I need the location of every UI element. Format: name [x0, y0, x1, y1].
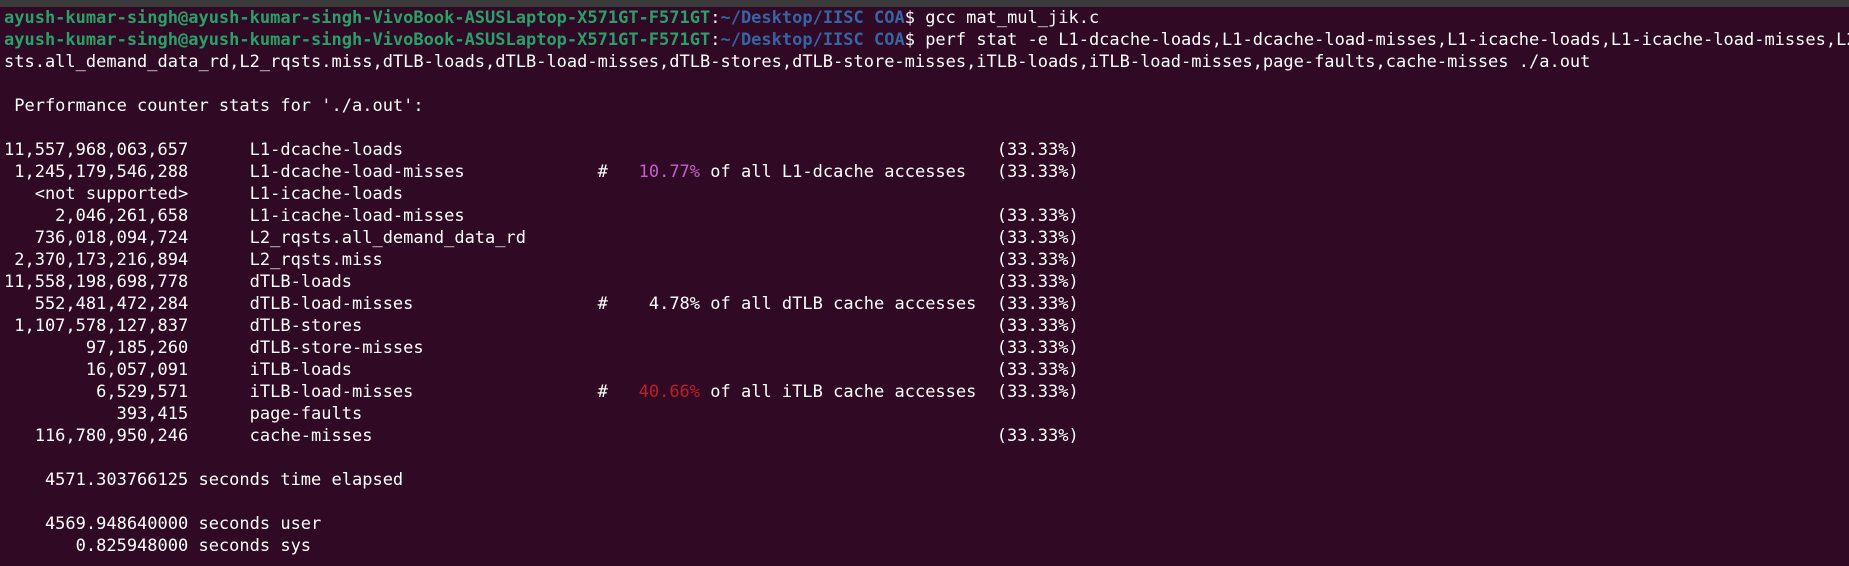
perf-counter-row: 11,558,198,698,778 dTLB-loads (33.33%): [4, 271, 1849, 293]
multiplex-percentage: (33.33%): [996, 294, 1079, 314]
command-wrap-line: sts.all_demand_data_rd,L2_rqsts.miss,dTL…: [4, 52, 1591, 72]
terminal-output[interactable]: ayush-kumar-singh@ayush-kumar-singh-Vivo…: [0, 7, 1849, 557]
counter-value-and-event: 97,185,260 dTLB-store-misses: [4, 338, 424, 358]
perf-counter-row: <not supported> L1-icache-loads: [4, 183, 1849, 205]
counter-value-and-event: 11,557,968,063,657 L1-dcache-loads: [4, 140, 404, 160]
perf-counter-table: 11,557,968,063,657 L1-dcache-loads (33.3…: [4, 139, 1849, 447]
perf-counter-row: 16,057,091 iTLB-loads (33.33%): [4, 359, 1849, 381]
command-line-2: ayush-kumar-singh@ayush-kumar-singh-Vivo…: [4, 29, 1849, 51]
perf-counter-row: 552,481,472,284 dTLB-load-misses # 4.78%…: [4, 293, 1849, 315]
comment-hash: #: [597, 382, 608, 402]
comment-hash: #: [597, 294, 608, 314]
miss-percentage: 40.66%: [638, 382, 701, 402]
miss-description: of all dTLB cache accesses: [700, 294, 977, 314]
perf-counter-row: 6,529,571 iTLB-load-misses # 40.66% of a…: [4, 381, 1849, 403]
miss-percentage: 10.77%: [638, 162, 701, 182]
counter-value-and-event: 2,046,261,658 L1-icache-load-misses: [4, 206, 465, 226]
multiplex-percentage: (33.33%): [996, 140, 1079, 160]
perf-counter-row: 11,557,968,063,657 L1-dcache-loads (33.3…: [4, 139, 1849, 161]
perf-counter-row: 393,415 page-faults: [4, 403, 1849, 425]
perf-counter-row: 116,780,950,246 cache-misses (33.33%): [4, 425, 1849, 447]
prompt-dollar: $: [904, 30, 915, 50]
perf-counter-row: 1,107,578,127,837 dTLB-stores (33.33%): [4, 315, 1849, 337]
miss-description: of all L1-dcache accesses: [700, 162, 967, 182]
miss-description: of all iTLB cache accesses: [700, 382, 977, 402]
perf-counter-row: 97,185,260 dTLB-store-misses (33.33%): [4, 337, 1849, 359]
counter-value-and-event: 116,780,950,246 cache-misses: [4, 426, 373, 446]
perf-counter-row: 2,046,261,658 L1-icache-load-misses (33.…: [4, 205, 1849, 227]
terminal-window[interactable]: ayush-kumar-singh@ayush-kumar-singh-Vivo…: [0, 0, 1849, 566]
perf-counter-row: 2,370,173,216,894 L2_rqsts.miss (33.33%): [4, 249, 1849, 271]
sys-time-line: 0.825948000 seconds sys: [4, 536, 312, 556]
prompt-dollar: $: [904, 8, 915, 28]
multiplex-percentage: (33.33%): [996, 360, 1079, 380]
counter-value-and-event: 11,558,198,698,778 dTLB-loads: [4, 272, 352, 292]
command-text: gcc mat_mul_jik.c: [914, 8, 1100, 28]
counter-value-and-event: 16,057,091 iTLB-loads: [4, 360, 352, 380]
window-top-edge: [0, 0, 1849, 7]
counter-value-and-event: 393,415 page-faults: [4, 404, 363, 424]
command-line-1: ayush-kumar-singh@ayush-kumar-singh-Vivo…: [4, 7, 1849, 29]
multiplex-percentage: (33.33%): [996, 338, 1079, 358]
command-text: perf stat -e L1-dcache-loads,L1-dcache-l…: [914, 30, 1849, 50]
multiplex-percentage: (33.33%): [996, 228, 1079, 248]
multiplex-percentage: (33.33%): [996, 272, 1079, 292]
perf-counter-row: 736,018,094,724 L2_rqsts.all_demand_data…: [4, 227, 1849, 249]
multiplex-percentage: (33.33%): [996, 316, 1079, 336]
counter-value-and-event: <not supported> L1-icache-loads: [4, 184, 404, 204]
comment-hash: #: [597, 162, 608, 182]
multiplex-percentage: (33.33%): [996, 206, 1079, 226]
time-elapsed-line: 4571.303766125 seconds time elapsed: [4, 470, 404, 490]
counter-value-and-event: 1,245,179,546,288 L1-dcache-load-misses: [4, 162, 465, 182]
counter-value-and-event: 736,018,094,724 L2_rqsts.all_demand_data…: [4, 228, 526, 248]
perf-counter-row: 1,245,179,546,288 L1-dcache-load-misses …: [4, 161, 1849, 183]
multiplex-percentage: (33.33%): [996, 382, 1079, 402]
prompt-separator: :: [710, 30, 721, 50]
prompt-user-host: ayush-kumar-singh@ayush-kumar-singh-Vivo…: [4, 8, 711, 28]
prompt-user-host: ayush-kumar-singh@ayush-kumar-singh-Vivo…: [4, 30, 711, 50]
perf-stats-header: Performance counter stats for './a.out':: [4, 96, 424, 116]
counter-value-and-event: 1,107,578,127,837 dTLB-stores: [4, 316, 363, 336]
counter-value-and-event: 6,529,571 iTLB-load-misses: [4, 382, 414, 402]
prompt-path: ~/Desktop/IISC COA: [720, 8, 905, 28]
prompt-path: ~/Desktop/IISC COA: [720, 30, 905, 50]
multiplex-percentage: (33.33%): [996, 162, 1079, 182]
counter-value-and-event: 552,481,472,284 dTLB-load-misses: [4, 294, 414, 314]
counter-value-and-event: 2,370,173,216,894 L2_rqsts.miss: [4, 250, 383, 270]
miss-percentage: 4.78%: [638, 294, 701, 314]
user-time-line: 4569.948640000 seconds user: [4, 514, 322, 534]
multiplex-percentage: (33.33%): [996, 250, 1079, 270]
multiplex-percentage: (33.33%): [996, 426, 1079, 446]
prompt-separator: :: [710, 8, 721, 28]
